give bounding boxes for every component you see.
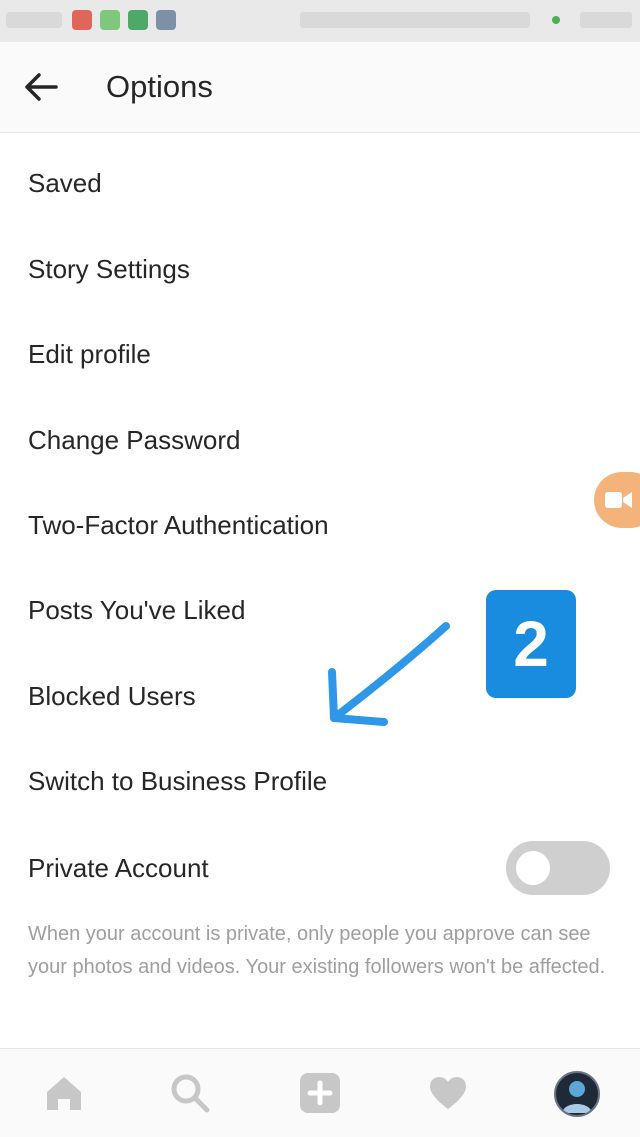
nav-search[interactable] <box>168 1071 212 1115</box>
menu-item-story-settings[interactable]: Story Settings <box>28 239 588 299</box>
heart-icon <box>430 1077 466 1109</box>
status-bar <box>0 0 640 42</box>
private-account-row: Private Account <box>0 836 640 900</box>
arrow-left-icon <box>25 73 58 101</box>
notification-app-icon <box>100 10 120 30</box>
nav-profile-avatar[interactable] <box>554 1071 600 1117</box>
menu-item-edit-profile[interactable]: Edit profile <box>28 324 588 384</box>
notification-app-icon <box>156 10 176 30</box>
battery-level <box>580 12 632 28</box>
nav-home[interactable] <box>42 1071 86 1115</box>
menu-item-two-factor-authentication[interactable]: Two-Factor Authentication <box>28 495 588 555</box>
nav-add-post[interactable] <box>298 1071 342 1115</box>
floating-video-button[interactable] <box>594 472 640 528</box>
step-number-badge: 2 <box>486 590 576 698</box>
notification-app-icon <box>128 10 148 30</box>
video-camera-icon <box>605 492 632 508</box>
private-account-toggle[interactable] <box>506 841 610 895</box>
notification-app-icon <box>72 10 92 30</box>
private-account-label: Private Account <box>28 853 209 883</box>
menu-item-change-password[interactable]: Change Password <box>28 410 588 470</box>
nav-activity[interactable] <box>426 1071 470 1115</box>
bottom-nav <box>0 1048 640 1137</box>
home-icon <box>47 1077 81 1110</box>
page-title: Options <box>106 69 213 104</box>
menu-item-saved[interactable]: Saved <box>28 153 588 213</box>
menu-item-switch-business-profile[interactable]: Switch to Business Profile <box>28 751 588 811</box>
arrow-annotation-icon <box>328 622 450 726</box>
back-button[interactable] <box>18 64 64 110</box>
toggle-knob <box>516 851 550 885</box>
private-account-description: When your account is private, only peopl… <box>28 923 606 978</box>
search-icon <box>171 1074 210 1113</box>
profile-avatar-icon <box>562 1081 592 1113</box>
battery-dot-icon <box>552 16 560 24</box>
status-indicators <box>300 12 530 28</box>
header: Options <box>0 42 640 133</box>
status-time <box>6 12 62 28</box>
add-post-icon <box>300 1073 340 1113</box>
